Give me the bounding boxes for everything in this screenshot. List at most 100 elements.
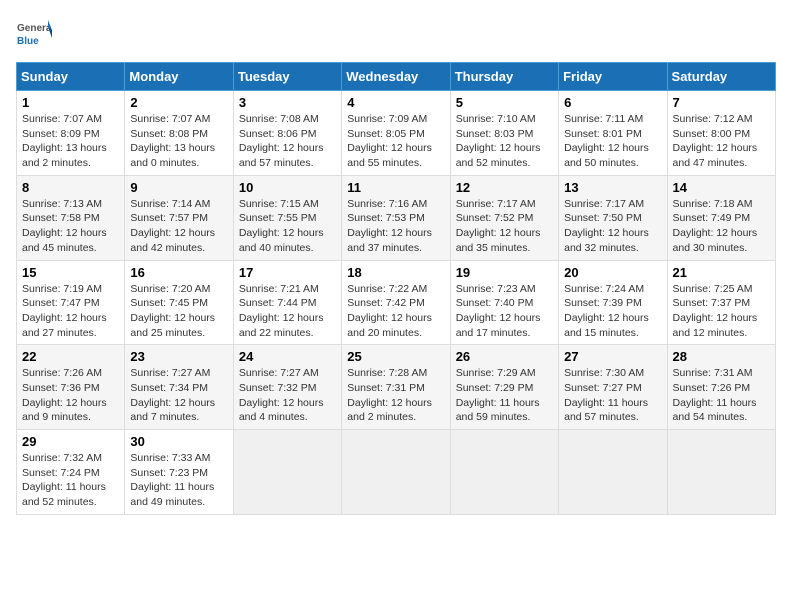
calendar-cell: 20Sunrise: 7:24 AMSunset: 7:39 PMDayligh… bbox=[559, 260, 667, 345]
day-number: 15 bbox=[22, 265, 119, 280]
day-info: Sunrise: 7:24 AMSunset: 7:39 PMDaylight:… bbox=[564, 283, 649, 339]
day-number: 1 bbox=[22, 95, 119, 110]
calendar-cell bbox=[233, 430, 341, 515]
logo-svg: General Blue bbox=[16, 16, 52, 52]
day-info: Sunrise: 7:13 AMSunset: 7:58 PMDaylight:… bbox=[22, 198, 107, 254]
day-number: 17 bbox=[239, 265, 336, 280]
day-info: Sunrise: 7:15 AMSunset: 7:55 PMDaylight:… bbox=[239, 198, 324, 254]
calendar-cell bbox=[450, 430, 558, 515]
day-info: Sunrise: 7:09 AMSunset: 8:05 PMDaylight:… bbox=[347, 113, 432, 169]
day-number: 4 bbox=[347, 95, 444, 110]
day-info: Sunrise: 7:30 AMSunset: 7:27 PMDaylight:… bbox=[564, 367, 648, 423]
day-info: Sunrise: 7:29 AMSunset: 7:29 PMDaylight:… bbox=[456, 367, 540, 423]
day-info: Sunrise: 7:28 AMSunset: 7:31 PMDaylight:… bbox=[347, 367, 432, 423]
calendar-cell: 18Sunrise: 7:22 AMSunset: 7:42 PMDayligh… bbox=[342, 260, 450, 345]
day-info: Sunrise: 7:33 AMSunset: 7:23 PMDaylight:… bbox=[130, 452, 214, 508]
calendar-cell: 2 Sunrise: 7:07 AMSunset: 8:08 PMDaylight… bbox=[125, 91, 233, 176]
day-number: 23 bbox=[130, 349, 227, 364]
day-number: 19 bbox=[456, 265, 553, 280]
week-row-1: 1 Sunrise: 7:07 AMSunset: 8:09 PMDaylight… bbox=[17, 91, 776, 176]
day-number: 16 bbox=[130, 265, 227, 280]
day-number: 10 bbox=[239, 180, 336, 195]
week-row-2: 8 Sunrise: 7:13 AMSunset: 7:58 PMDaylight… bbox=[17, 175, 776, 260]
day-header-tuesday: Tuesday bbox=[233, 63, 341, 91]
day-info: Sunrise: 7:07 AMSunset: 8:09 PMDaylight:… bbox=[22, 113, 107, 169]
day-header-thursday: Thursday bbox=[450, 63, 558, 91]
calendar-cell: 4 Sunrise: 7:09 AMSunset: 8:05 PMDaylight… bbox=[342, 91, 450, 176]
day-info: Sunrise: 7:14 AMSunset: 7:57 PMDaylight:… bbox=[130, 198, 215, 254]
day-number: 30 bbox=[130, 434, 227, 449]
day-number: 2 bbox=[130, 95, 227, 110]
day-info: Sunrise: 7:17 AMSunset: 7:50 PMDaylight:… bbox=[564, 198, 649, 254]
calendar-cell: 12 Sunrise: 7:17 AMSunset: 7:52 PMDayligh… bbox=[450, 175, 558, 260]
calendar-cell: 24 Sunrise: 7:27 AMSunset: 7:32 PMDayligh… bbox=[233, 345, 341, 430]
day-info: Sunrise: 7:10 AMSunset: 8:03 PMDaylight:… bbox=[456, 113, 541, 169]
logo: General Blue bbox=[16, 16, 52, 52]
calendar-cell: 3 Sunrise: 7:08 AMSunset: 8:06 PMDaylight… bbox=[233, 91, 341, 176]
day-info: Sunrise: 7:32 AMSunset: 7:24 PMDaylight:… bbox=[22, 452, 106, 508]
day-number: 12 bbox=[456, 180, 553, 195]
calendar-cell: 10 Sunrise: 7:15 AMSunset: 7:55 PMDayligh… bbox=[233, 175, 341, 260]
svg-text:General: General bbox=[17, 23, 52, 34]
calendar-cell: 9 Sunrise: 7:14 AMSunset: 7:57 PMDaylight… bbox=[125, 175, 233, 260]
calendar-cell: 13 Sunrise: 7:17 AMSunset: 7:50 PMDayligh… bbox=[559, 175, 667, 260]
day-info: Sunrise: 7:16 AMSunset: 7:53 PMDaylight:… bbox=[347, 198, 432, 254]
day-number: 21 bbox=[673, 265, 770, 280]
day-number: 8 bbox=[22, 180, 119, 195]
day-header-wednesday: Wednesday bbox=[342, 63, 450, 91]
calendar-cell: 11 Sunrise: 7:16 AMSunset: 7:53 PMDayligh… bbox=[342, 175, 450, 260]
day-info: Sunrise: 7:18 AMSunset: 7:49 PMDaylight:… bbox=[673, 198, 758, 254]
day-number: 6 bbox=[564, 95, 661, 110]
day-number: 5 bbox=[456, 95, 553, 110]
day-number: 29 bbox=[22, 434, 119, 449]
day-number: 14 bbox=[673, 180, 770, 195]
day-number: 9 bbox=[130, 180, 227, 195]
calendar-cell: 16 Sunrise: 7:20 AMSunset: 7:45 PMDayligh… bbox=[125, 260, 233, 345]
calendar-cell: 5 Sunrise: 7:10 AMSunset: 8:03 PMDaylight… bbox=[450, 91, 558, 176]
day-number: 22 bbox=[22, 349, 119, 364]
calendar-cell: 8 Sunrise: 7:13 AMSunset: 7:58 PMDaylight… bbox=[17, 175, 125, 260]
day-number: 27 bbox=[564, 349, 661, 364]
day-info: Sunrise: 7:08 AMSunset: 8:06 PMDaylight:… bbox=[239, 113, 324, 169]
week-row-4: 22Sunrise: 7:26 AMSunset: 7:36 PMDayligh… bbox=[17, 345, 776, 430]
day-number: 25 bbox=[347, 349, 444, 364]
day-number: 28 bbox=[673, 349, 770, 364]
calendar-cell: 26Sunrise: 7:29 AMSunset: 7:29 PMDayligh… bbox=[450, 345, 558, 430]
day-header-friday: Friday bbox=[559, 63, 667, 91]
calendar-cell bbox=[667, 430, 775, 515]
calendar-cell bbox=[342, 430, 450, 515]
day-info: Sunrise: 7:27 AMSunset: 7:32 PMDaylight:… bbox=[239, 367, 324, 423]
calendar-cell: 7Sunrise: 7:12 AMSunset: 8:00 PMDaylight… bbox=[667, 91, 775, 176]
calendar-cell: 30 Sunrise: 7:33 AMSunset: 7:23 PMDayligh… bbox=[125, 430, 233, 515]
day-info: Sunrise: 7:11 AMSunset: 8:01 PMDaylight:… bbox=[564, 113, 649, 169]
calendar-cell: 27 Sunrise: 7:30 AMSunset: 7:27 PMDayligh… bbox=[559, 345, 667, 430]
day-number: 11 bbox=[347, 180, 444, 195]
day-info: Sunrise: 7:21 AMSunset: 7:44 PMDaylight:… bbox=[239, 283, 324, 339]
svg-text:Blue: Blue bbox=[17, 36, 39, 47]
day-number: 3 bbox=[239, 95, 336, 110]
day-info: Sunrise: 7:23 AMSunset: 7:40 PMDaylight:… bbox=[456, 283, 541, 339]
day-info: Sunrise: 7:19 AMSunset: 7:47 PMDaylight:… bbox=[22, 283, 107, 339]
week-row-3: 15 Sunrise: 7:19 AMSunset: 7:47 PMDayligh… bbox=[17, 260, 776, 345]
calendar-cell: 25 Sunrise: 7:28 AMSunset: 7:31 PMDayligh… bbox=[342, 345, 450, 430]
day-info: Sunrise: 7:17 AMSunset: 7:52 PMDaylight:… bbox=[456, 198, 541, 254]
day-header-sunday: Sunday bbox=[17, 63, 125, 91]
day-number: 24 bbox=[239, 349, 336, 364]
day-number: 18 bbox=[347, 265, 444, 280]
day-header-saturday: Saturday bbox=[667, 63, 775, 91]
calendar-cell: 21 Sunrise: 7:25 AMSunset: 7:37 PMDayligh… bbox=[667, 260, 775, 345]
header-row: SundayMondayTuesdayWednesdayThursdayFrid… bbox=[17, 63, 776, 91]
day-info: Sunrise: 7:07 AMSunset: 8:08 PMDaylight:… bbox=[130, 113, 215, 169]
week-row-5: 29 Sunrise: 7:32 AMSunset: 7:24 PMDayligh… bbox=[17, 430, 776, 515]
calendar-cell: 29 Sunrise: 7:32 AMSunset: 7:24 PMDayligh… bbox=[17, 430, 125, 515]
day-info: Sunrise: 7:27 AMSunset: 7:34 PMDaylight:… bbox=[130, 367, 215, 423]
day-info: Sunrise: 7:25 AMSunset: 7:37 PMDaylight:… bbox=[673, 283, 758, 339]
day-info: Sunrise: 7:20 AMSunset: 7:45 PMDaylight:… bbox=[130, 283, 215, 339]
calendar-cell: 1 Sunrise: 7:07 AMSunset: 8:09 PMDaylight… bbox=[17, 91, 125, 176]
calendar-cell: 15 Sunrise: 7:19 AMSunset: 7:47 PMDayligh… bbox=[17, 260, 125, 345]
calendar-table: SundayMondayTuesdayWednesdayThursdayFrid… bbox=[16, 62, 776, 515]
day-number: 13 bbox=[564, 180, 661, 195]
day-header-monday: Monday bbox=[125, 63, 233, 91]
calendar-cell: 17 Sunrise: 7:21 AMSunset: 7:44 PMDayligh… bbox=[233, 260, 341, 345]
calendar-cell: 6 Sunrise: 7:11 AMSunset: 8:01 PMDaylight… bbox=[559, 91, 667, 176]
